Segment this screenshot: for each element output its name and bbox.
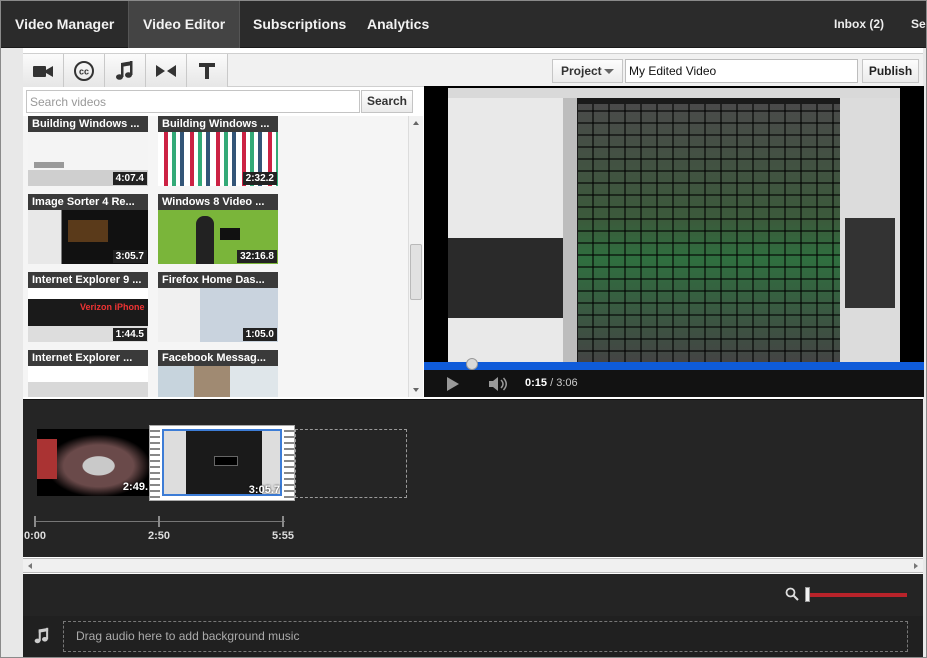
current-time: 0:15 xyxy=(525,377,548,389)
inbox-link[interactable]: Inbox (2) xyxy=(834,1,884,48)
video-frame xyxy=(448,88,900,362)
video-title: Internet Explorer ... xyxy=(28,350,148,366)
clip-trim-handle-left[interactable] xyxy=(150,426,160,500)
search-button[interactable]: Search xyxy=(361,90,413,113)
scroll-up-icon[interactable] xyxy=(413,121,419,125)
video-thumbnail[interactable]: Facebook Messag... xyxy=(158,350,278,397)
video-duration: 2:32.2 xyxy=(242,172,277,185)
video-title: Firefox Home Das... xyxy=(158,272,278,288)
video-thumbnail[interactable]: Building Windows ... 2:32.2 xyxy=(158,116,278,186)
project-title-input[interactable] xyxy=(625,59,858,83)
ruler-tick xyxy=(158,516,160,527)
tab-video-manager[interactable]: Video Manager xyxy=(1,1,128,48)
play-icon[interactable] xyxy=(446,376,460,392)
library-scrollbar[interactable] xyxy=(408,116,423,397)
ruler-tick xyxy=(282,516,284,527)
ruler-tick xyxy=(34,516,36,527)
clip-drop-slot[interactable] xyxy=(295,429,407,498)
scroll-right-icon[interactable] xyxy=(914,563,918,569)
video-thumbnail[interactable]: Building Windows ... 4:07.4 xyxy=(28,116,148,186)
thumbnail-image xyxy=(28,366,148,397)
timeline: 2:49. 3:05.7 0:00 2:50 5:55 xyxy=(23,399,923,557)
ruler-label: 2:50 xyxy=(148,530,171,542)
audio-tool-button[interactable] xyxy=(105,54,146,87)
svg-text:cc: cc xyxy=(79,66,89,76)
video-title: Facebook Messag... xyxy=(158,350,278,366)
timeline-scrollbar[interactable] xyxy=(23,558,923,573)
scroll-down-icon[interactable] xyxy=(413,388,419,392)
chevron-down-icon xyxy=(604,69,614,74)
project-label: Project xyxy=(561,64,602,78)
video-duration: 32:16.8 xyxy=(237,250,277,263)
video-title: Building Windows ... xyxy=(28,116,148,132)
zoom-slider[interactable] xyxy=(807,593,907,597)
video-title: Image Sorter 4 Re... xyxy=(28,194,148,210)
search-icon xyxy=(785,587,799,601)
thumbnail-caption: Verizon iPhone xyxy=(80,302,145,312)
playback-time: 0:15 / 3:06 xyxy=(525,377,578,389)
scrollbar-thumb[interactable] xyxy=(410,244,422,300)
video-thumbnail[interactable]: Image Sorter 4 Re... 3:05.7 xyxy=(28,194,148,264)
clip-trim-handle-right[interactable] xyxy=(284,426,294,500)
video-title: Building Windows ... xyxy=(158,116,278,132)
audio-drop-zone[interactable]: Drag audio here to add background music xyxy=(63,621,908,652)
top-nav: Video Manager Video Editor Subscriptions… xyxy=(1,1,926,48)
clip-duration: 2:49. xyxy=(122,481,148,493)
playback-progress-bar[interactable] xyxy=(424,358,924,370)
ruler-label: 5:55 xyxy=(272,530,295,542)
transitions-icon xyxy=(156,64,176,77)
music-note-icon xyxy=(34,627,49,644)
video-duration: 1:44.5 xyxy=(112,328,147,341)
closed-caption-icon: cc xyxy=(74,60,94,81)
volume-icon[interactable] xyxy=(488,376,510,392)
text-icon xyxy=(199,62,215,79)
project-menu-button[interactable]: Project xyxy=(552,59,623,83)
tab-subscriptions[interactable]: Subscriptions xyxy=(239,1,360,48)
text-tool-button[interactable] xyxy=(187,54,228,87)
video-duration: 3:05.7 xyxy=(112,250,147,263)
progress-handle[interactable] xyxy=(466,358,478,370)
video-duration: 1:05.0 xyxy=(242,328,277,341)
zoom-bar xyxy=(23,574,923,616)
captions-tool-button[interactable]: cc xyxy=(64,54,105,87)
settings-link[interactable]: Se xyxy=(911,1,926,48)
zoom-slider-handle[interactable] xyxy=(805,587,810,602)
publish-button[interactable]: Publish xyxy=(862,59,919,83)
timeline-clip[interactable]: 2:49. xyxy=(37,429,149,496)
tab-video-editor[interactable]: Video Editor xyxy=(128,1,241,48)
left-gutter xyxy=(1,48,23,657)
video-thumbnail[interactable]: Internet Explorer ... xyxy=(28,350,148,397)
player-controls: 0:15 / 3:06 xyxy=(424,370,924,397)
video-thumbnail[interactable]: Firefox Home Das... 1:05.0 xyxy=(158,272,278,342)
video-title: Windows 8 Video ... xyxy=(158,194,278,210)
timeline-ruler xyxy=(35,521,285,522)
thumbnail-image xyxy=(158,366,278,397)
video-thumbnail[interactable]: Verizon iPhone Internet Explorer 9 ... 1… xyxy=(28,272,148,342)
timeline-clip-selected[interactable]: 3:05.7 xyxy=(149,425,295,501)
video-title: Internet Explorer 9 ... xyxy=(28,272,148,288)
video-player[interactable] xyxy=(424,86,924,397)
video-tool-button[interactable] xyxy=(23,54,64,87)
clip-duration: 3:05.7 xyxy=(248,484,280,496)
audio-track: Drag audio here to add background music xyxy=(23,616,923,657)
video-thumbnail[interactable]: Windows 8 Video ... 32:16.8 xyxy=(158,194,278,264)
video-library: Building Windows ... 4:07.4 Building Win… xyxy=(23,116,408,397)
video-camera-icon xyxy=(33,65,53,77)
ruler-label: 0:00 xyxy=(24,530,47,542)
time-separator: / xyxy=(547,377,557,389)
search-input[interactable] xyxy=(26,90,360,113)
tab-analytics[interactable]: Analytics xyxy=(353,1,443,48)
video-duration: 4:07.4 xyxy=(112,172,147,185)
editor-toolbar: cc Project Publish xyxy=(23,53,923,87)
music-note-icon xyxy=(116,60,133,80)
total-time: 3:06 xyxy=(556,377,578,389)
transitions-tool-button[interactable] xyxy=(146,54,187,87)
scroll-left-icon[interactable] xyxy=(28,563,32,569)
